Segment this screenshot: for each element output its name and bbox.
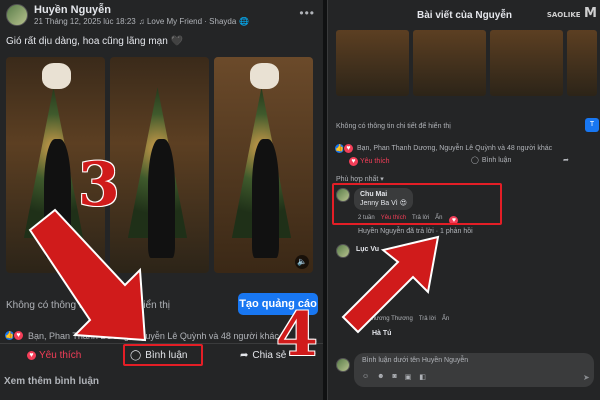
dialog-reactions-text: Bạn, Phan Thanh Dương, Nguyễn Lê Quỳnh v…: [357, 145, 553, 152]
comment-bubble-icon: ◯: [471, 157, 479, 164]
view-more-comments-link[interactable]: Xem thêm bình luận: [4, 376, 99, 387]
author-name[interactable]: Huyền Nguyễn: [34, 4, 249, 16]
current-user-avatar: [336, 358, 350, 372]
comment-input-tools: ☺ ☻ ◙ ▣ ◧: [362, 373, 426, 381]
dialog-photo-1[interactable]: [336, 30, 409, 96]
post-time[interactable]: 21 Tháng 12, 2025 lúc 18:23: [34, 17, 136, 26]
post-caption: Gió rất dịu dàng, hoa cũng lãng mạn 🖤: [6, 36, 184, 47]
person-figure: [251, 139, 280, 258]
dialog-no-detail-text: Không có thông tin chi tiết để hiển thị: [336, 123, 451, 130]
dialog-photo-2[interactable]: [413, 30, 486, 96]
camera-icon[interactable]: ◙: [393, 373, 397, 381]
emoji-icon[interactable]: ☻: [377, 373, 384, 381]
arrow-up-right-icon: [341, 235, 440, 334]
dialog-share-button[interactable]: ➦: [563, 156, 569, 164]
dialog-photo-3[interactable]: [490, 30, 563, 96]
more-options-icon[interactable]: •••: [299, 6, 315, 20]
author-avatar[interactable]: [6, 4, 28, 26]
post-header: Huyền Nguyễn 21 Tháng 12, 2025 lúc 18:23…: [6, 4, 249, 26]
dialog-comment-button[interactable]: ◯ Bình luận: [471, 156, 512, 165]
comment-sort-dropdown[interactable]: Phù hợp nhất ▾: [336, 175, 384, 183]
dialog-comment-label: Bình luận: [481, 156, 512, 164]
step-number-3: 3: [78, 150, 120, 220]
step-number-4: 4: [276, 300, 318, 370]
dialog-love-label: Yêu thích: [360, 158, 390, 165]
heart-icon: ♥: [26, 350, 37, 361]
volume-icon[interactable]: 🔈: [295, 255, 309, 269]
post-photo-3[interactable]: 🔈: [214, 57, 313, 273]
sticker-pack-icon[interactable]: ◧: [419, 373, 426, 381]
post-music: ♫ Love My Friend · Shayda: [138, 17, 237, 26]
comment-highlight: [332, 183, 502, 225]
bow-decoration: [41, 63, 72, 90]
love-button[interactable]: ♥ Yêu thích: [26, 350, 81, 361]
globe-icon: 🌐: [239, 17, 250, 26]
dialog-photo-4[interactable]: [567, 30, 597, 96]
arrow-down-right-icon: [28, 208, 147, 342]
send-icon[interactable]: ➤: [583, 373, 590, 382]
dialog-love-button[interactable]: ♥ Yêu thích: [348, 156, 390, 167]
love-label: Yêu thích: [39, 350, 82, 361]
share-arrow-icon: ➦: [563, 157, 569, 164]
right-post-dialog: Bài viết của Nguyễn SAOLIKE M Không có t…: [327, 0, 600, 400]
post-meta: 21 Tháng 12, 2025 lúc 18:23 ♫ Love My Fr…: [34, 17, 249, 26]
dialog-ad-button[interactable]: T: [585, 118, 599, 132]
left-post-panel: Huyền Nguyễn 21 Tháng 12, 2025 lúc 18:23…: [0, 0, 323, 400]
watermark-text: SAOLIKE: [546, 11, 581, 19]
comment-input-placeholder[interactable]: Bình luận dưới tên Huyền Nguyễn: [362, 357, 468, 364]
gif-icon[interactable]: ▣: [405, 373, 412, 381]
post-header-text: Huyền Nguyễn 21 Tháng 12, 2025 lúc 18:23…: [34, 4, 249, 26]
share-arrow-icon: ➦: [240, 350, 249, 361]
watermark-logo: SAOLIKE M: [546, 6, 597, 21]
dialog-post-actions: ♥ Yêu thích ◯ Bình luận ➦: [328, 153, 600, 169]
bow-decoration: [249, 63, 280, 90]
heart-icon: ♥: [348, 156, 359, 167]
sticker-icon[interactable]: ☺: [362, 373, 369, 381]
